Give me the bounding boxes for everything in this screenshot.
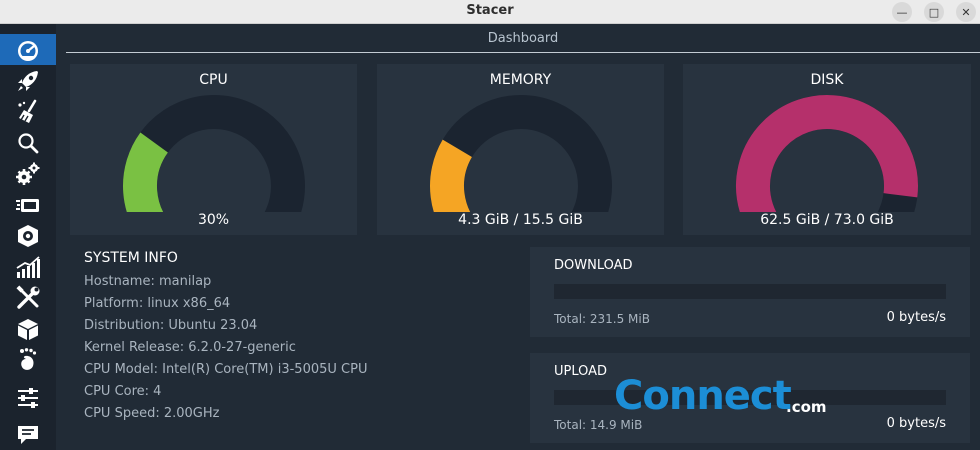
sidebar (0, 24, 56, 450)
rocket-icon (18, 70, 38, 91)
nav-gnome-settings[interactable] (0, 344, 56, 375)
window-title: Stacer (466, 3, 514, 18)
uninstaller-icon (18, 224, 38, 247)
nav-system-cleaner[interactable] (0, 96, 56, 127)
cpu-gauge-title: CPU (199, 72, 228, 88)
upload-rate: 0 bytes/s (886, 416, 946, 431)
memory-gauge (430, 95, 612, 212)
processes-icon (16, 198, 39, 212)
system-info-panel: SYSTEM INFO Hostname: manilap Platform: … (84, 250, 524, 426)
system-info-cpu-model: CPU Model: Intel(R) Core(TM) i3-5005U CP… (84, 362, 368, 377)
system-info-cpu-core: CPU Core: 4 (84, 384, 162, 399)
download-card: DOWNLOAD Total: 231.5 MiB 0 bytes/s (530, 247, 970, 337)
nav-apt-repositories[interactable] (0, 313, 56, 344)
feedback-chat-icon (18, 425, 38, 444)
disk-gauge (736, 95, 918, 212)
system-info-kernel: Kernel Release: 6.2.0-27-generic (84, 340, 296, 355)
settings-sliders-icon (18, 387, 38, 408)
window-titlebar: Stacer — □ ✕ (0, 0, 980, 24)
watermark-word: Connect (614, 373, 792, 419)
system-info-cpu-speed: CPU Speed: 2.00GHz (84, 406, 220, 421)
memory-gauge-title: MEMORY (489, 72, 552, 88)
gears-icon (16, 162, 40, 185)
nav-settings[interactable] (0, 382, 56, 413)
system-info-platform: Platform: linux x86_64 (84, 296, 231, 311)
page-title: Dashboard (66, 24, 980, 53)
download-total: Total: 231.5 MiB (554, 312, 650, 326)
nav-helpers[interactable] (0, 282, 56, 313)
broom-icon (18, 99, 37, 123)
dashboard-icon (18, 40, 38, 61)
minimize-button[interactable]: — (892, 2, 912, 22)
resources-chart-icon (16, 255, 40, 278)
package-box-icon (18, 318, 38, 340)
nav-startup-apps[interactable] (0, 65, 56, 96)
nav-dashboard[interactable] (0, 34, 56, 65)
disk-gauge-card: DISK 62.5 GiB / 73.0 GiB (683, 64, 971, 235)
gnome-foot-icon (20, 347, 37, 370)
watermark-logo: Connect .com (614, 372, 836, 426)
watermark-suffix: .com (786, 398, 827, 416)
close-button[interactable]: ✕ (956, 2, 976, 22)
nav-feedback[interactable] (0, 418, 56, 449)
cpu-gauge (123, 95, 305, 212)
disk-gauge-title: DISK (810, 72, 844, 88)
system-info-distribution: Distribution: Ubuntu 23.04 (84, 318, 258, 333)
dashboard-page: Dashboard CPU 30% MEMORY 4.3 GiB / 15.5 … (56, 24, 980, 450)
nav-search[interactable] (0, 127, 56, 158)
nav-uninstaller[interactable] (0, 220, 56, 251)
cpu-usage-value: 30% (197, 212, 230, 228)
system-info-hostname: Hostname: manilap (84, 274, 212, 289)
download-rate: 0 bytes/s (886, 310, 946, 325)
disk-usage-value: 62.5 GiB / 73.0 GiB (760, 212, 894, 228)
memory-gauge-card: MEMORY 4.3 GiB / 15.5 GiB (377, 64, 664, 235)
search-icon (18, 132, 39, 153)
download-bar (554, 284, 946, 299)
upload-title: UPLOAD (554, 364, 608, 379)
system-info-heading: SYSTEM INFO (84, 250, 178, 266)
download-title: DOWNLOAD (554, 258, 633, 273)
memory-gauge-fill (430, 139, 473, 212)
memory-usage-value: 4.3 GiB / 15.5 GiB (458, 212, 583, 228)
cpu-gauge-fill (123, 132, 169, 212)
nav-services[interactable] (0, 158, 56, 189)
nav-resources[interactable] (0, 251, 56, 282)
cpu-gauge-card: CPU 30% (70, 64, 357, 235)
nav-processes[interactable] (0, 189, 56, 220)
maximize-button[interactable]: □ (924, 2, 944, 22)
disk-gauge-fill (736, 95, 918, 212)
helpers-tools-icon (16, 284, 40, 309)
